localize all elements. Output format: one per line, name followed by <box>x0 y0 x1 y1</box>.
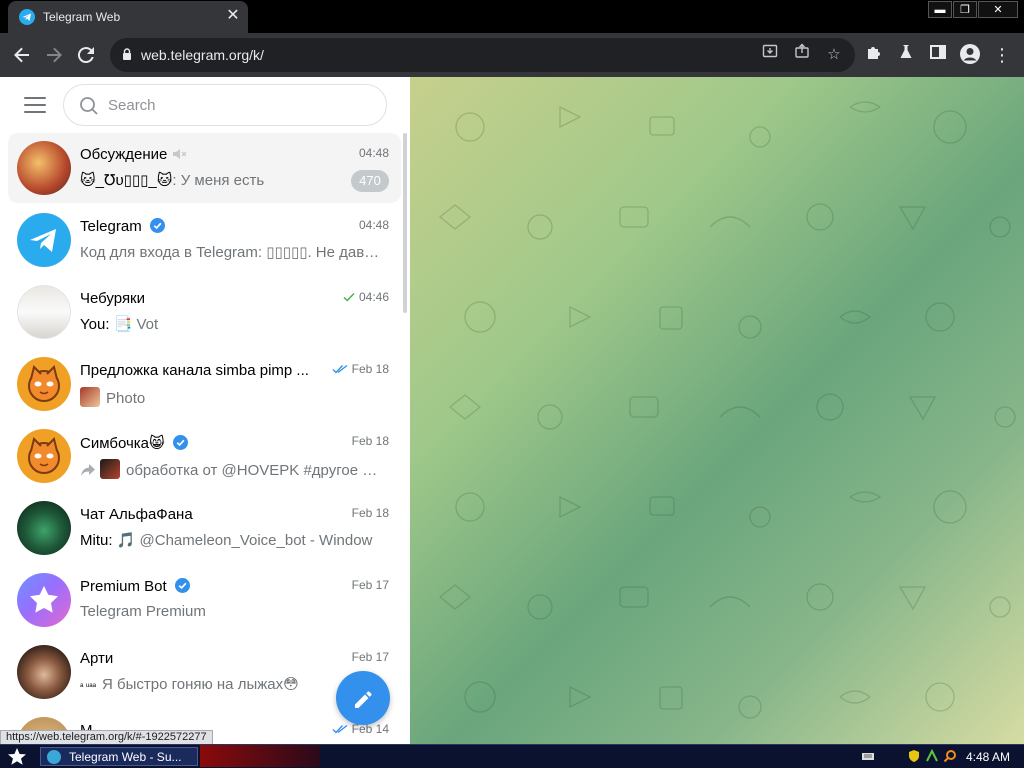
forwarded-arrow-icon <box>81 464 95 476</box>
chat-time: 04:48 <box>358 146 389 160</box>
chat-avatar <box>17 645 71 699</box>
profile-avatar-icon[interactable] <box>958 43 982 67</box>
back-arrow-icon[interactable] <box>10 43 34 67</box>
browser-globe-icon <box>47 750 61 764</box>
url-text[interactable]: web.telegram.org/k/ <box>141 47 264 63</box>
hamburger-menu-icon[interactable] <box>24 97 46 113</box>
address-bar[interactable]: web.telegram.org/k/ ☆ <box>110 38 855 72</box>
chat-background-wallpaper <box>410 77 1024 744</box>
search-icon <box>80 97 98 115</box>
chat-sender: 🐱_℧υ▯▯▯_🐱 <box>80 172 173 189</box>
chat-time: 04:48 <box>358 218 389 232</box>
chat-name: Арти <box>80 650 114 667</box>
taskbar-clock[interactable]: 4:48 AM <box>966 750 1010 764</box>
os-taskbar: Telegram Web - Su... 4:48 AM <box>0 744 1024 768</box>
chat-name: Обсуждение <box>80 146 168 163</box>
tab-title: Telegram Web <box>43 10 121 24</box>
telegram-logo-icon <box>17 213 71 267</box>
chat-avatar <box>17 501 71 555</box>
cat-avatar-icon <box>17 357 71 411</box>
share-icon[interactable] <box>790 43 814 67</box>
browser-menu-icon[interactable]: ⋮ <box>990 43 1014 67</box>
chat-list-scrollbar[interactable] <box>403 133 407 313</box>
taskbar-browser-item[interactable]: Telegram Web - Su... <box>40 747 198 766</box>
chat-time: 04:46 <box>358 290 389 304</box>
chat-item-premium-bot[interactable]: Premium Bot Feb 17 Telegram Premium <box>8 565 401 635</box>
verified-icon <box>174 578 190 593</box>
extensions-puzzle-icon[interactable] <box>862 43 886 67</box>
start-star-icon[interactable] <box>5 747 29 767</box>
lock-icon <box>123 48 131 60</box>
chat-message: 🎵 @Chameleon_Voice_bot - Window <box>116 532 373 549</box>
chat-message: обработка от @HOVEPK #другое #прочее <box>126 462 385 479</box>
cat-avatar-icon <box>17 429 71 483</box>
chat-name: Telegram <box>80 218 142 235</box>
search-box[interactable] <box>63 84 387 126</box>
photo-thumbnail <box>80 387 100 407</box>
chat-sidebar: Обсуждение 04:48 🐱_℧υ▯▯▯_🐱: У меня есть … <box>0 77 410 744</box>
chat-name: Чебуряки <box>80 290 146 307</box>
install-app-icon[interactable] <box>758 43 782 67</box>
side-panel-icon[interactable] <box>926 43 950 67</box>
tab-close-icon[interactable]: ✕ <box>224 7 242 25</box>
sent-check-icon <box>343 292 355 302</box>
new-message-pencil-icon[interactable] <box>336 671 390 725</box>
chat-name: Предложка канала simba pimp ... <box>80 362 309 379</box>
chat-avatar <box>17 141 71 195</box>
chat-name: Чат АльфаФана <box>80 506 193 523</box>
chat-item-predlozhka[interactable]: Предложка канала simba pimp ... Feb 18 P… <box>8 349 401 419</box>
chat-item-alfafan[interactable]: Чат АльфаФана Feb 18 Mitu: 🎵 @Chameleon_… <box>8 493 401 563</box>
chat-item-obsuzhdenie[interactable]: Обсуждение 04:48 🐱_℧υ▯▯▯_🐱: У меня есть … <box>8 133 401 203</box>
shield-tray-icon[interactable] <box>907 749 921 763</box>
chat-message: Telegram Premium <box>80 603 206 620</box>
browser-tabstrip: Telegram Web ✕ ▬ ❐ ✕ <box>0 0 1024 33</box>
status-url-hint: https://web.telegram.org/k/#-1922572277 <box>0 730 213 745</box>
verified-icon <box>149 218 165 233</box>
muted-icon <box>172 149 187 159</box>
taskbar-item-label: Telegram Web - Su... <box>69 750 182 764</box>
bookmark-star-icon[interactable]: ☆ <box>822 43 846 67</box>
chat-item-cheburyaki[interactable]: Чебуряки 04:46 You: 📑 Vot <box>8 277 401 347</box>
network-tray-icon[interactable] <box>925 748 939 763</box>
chat-sender: You: <box>80 316 114 333</box>
browser-tab[interactable]: Telegram Web ✕ <box>8 1 248 33</box>
chat-name: Симбочка😸 <box>80 435 165 452</box>
chat-item-telegram[interactable]: Telegram 04:48 Код для входа в Telegram:… <box>8 205 401 275</box>
browser-toolbar: web.telegram.org/k/ ☆ ⋮ <box>0 33 1024 77</box>
chat-time: Feb 17 <box>351 578 389 592</box>
media-thumbnail <box>100 459 120 479</box>
chat-time: Feb 18 <box>351 362 389 376</box>
read-double-check-icon <box>332 364 348 374</box>
read-double-check-icon <box>332 724 348 734</box>
window-close-button[interactable]: ✕ <box>978 1 1018 18</box>
chat-time: Feb 17 <box>351 650 389 664</box>
keyboard-tray-icon[interactable] <box>861 749 875 763</box>
premium-star-icon <box>17 573 71 627</box>
window-maximize-button[interactable]: ❐ <box>953 1 977 18</box>
telegram-favicon-icon <box>19 9 35 25</box>
verified-icon <box>172 435 188 450</box>
chat-message: : У меня есть <box>172 172 265 189</box>
chat-message: 📑 Vot <box>113 316 159 333</box>
forward-arrow-icon[interactable] <box>42 43 66 67</box>
chat-message-prefix: ᵃ ᵘᵃᵃ <box>80 681 96 691</box>
reload-icon[interactable] <box>74 43 98 67</box>
chat-message: Я быстро гоняю на лыжах😳 <box>102 676 299 693</box>
chat-sender: Mitu: <box>80 532 117 549</box>
chat-avatar <box>17 285 71 339</box>
chat-message: Код для входа в Telegram: ▯▯▯▯▯. Не дава… <box>80 244 385 261</box>
chat-time: Feb 18 <box>351 506 389 520</box>
window-minimize-button[interactable]: ▬ <box>928 1 952 18</box>
chat-item-simbochka[interactable]: Симбочка😸 Feb 18 обработка от @HOVEPK #д… <box>8 421 401 491</box>
unread-badge: 470 <box>351 170 389 192</box>
taskbar-decoration <box>200 745 320 767</box>
chat-time: Feb 18 <box>351 434 389 448</box>
search-input[interactable] <box>108 85 378 125</box>
lab-flask-icon[interactable] <box>894 43 918 67</box>
chat-message: Photo <box>106 390 146 407</box>
magnifier-tray-icon[interactable] <box>943 749 957 763</box>
chat-name: Premium Bot <box>80 578 167 595</box>
